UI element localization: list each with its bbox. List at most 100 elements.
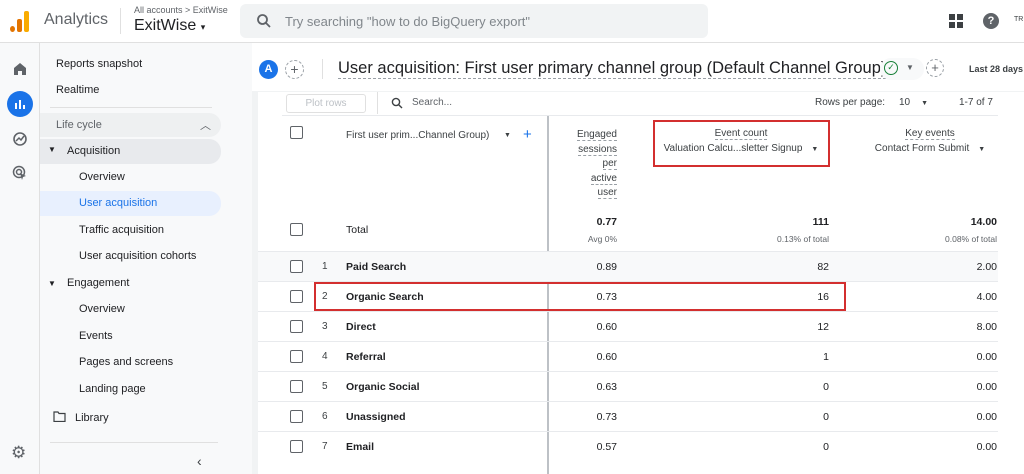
- section-life-cycle[interactable]: Life cycle ︿: [40, 113, 221, 137]
- add-comparison-button[interactable]: +: [285, 60, 304, 79]
- sidebar-item-library[interactable]: Library: [75, 412, 109, 424]
- report-header: A + User acquisition: First user primary…: [252, 43, 1024, 91]
- plot-rows-button[interactable]: Plot rows: [286, 94, 366, 113]
- row-checkbox[interactable]: [290, 380, 303, 393]
- comparison-avatar[interactable]: A: [259, 60, 278, 79]
- row-checkbox[interactable]: [290, 290, 303, 303]
- row-event-count: 0: [823, 441, 829, 453]
- select-all-checkbox[interactable]: [290, 126, 303, 139]
- row-channel-name[interactable]: Paid Search: [346, 261, 406, 273]
- help-icon[interactable]: ?: [983, 13, 999, 29]
- row-key-events: 0.00: [976, 381, 997, 393]
- sidebar-item-landing-page[interactable]: Landing page: [79, 383, 146, 395]
- settings-icon[interactable]: ⚙: [11, 443, 26, 463]
- caret-down-icon: ▾: [200, 22, 206, 32]
- user-account[interactable]: TR: [1014, 16, 1023, 23]
- date-range[interactable]: Last 28 days: [969, 64, 1023, 74]
- total-key-events: 14.00: [970, 216, 997, 228]
- row-number: 3: [322, 321, 328, 332]
- dimension-header[interactable]: First user prim...Channel Group): [346, 130, 489, 141]
- row-channel-name[interactable]: Email: [346, 441, 374, 453]
- key-event-filter-dropdown[interactable]: Contact Form Submit ▼: [860, 143, 1000, 154]
- header-line: user: [597, 187, 617, 199]
- row-engaged-sessions: 0.63: [596, 381, 617, 393]
- sidebar-item-pages-and-screens[interactable]: Pages and screens: [79, 356, 173, 368]
- row-checkbox[interactable]: [290, 260, 303, 273]
- home-icon[interactable]: [12, 61, 28, 77]
- row-checkbox[interactable]: [290, 320, 303, 333]
- sidebar-item-acq-overview[interactable]: Overview: [79, 171, 125, 183]
- table-row[interactable]: 5 Organic Social 0.63 0 0.00: [258, 371, 998, 401]
- top-bar: Analytics All accounts > ExitWise ExitWi…: [0, 0, 1024, 43]
- row-key-events: 2.00: [976, 261, 997, 273]
- row-number: 1: [322, 261, 328, 272]
- rows-per-page-label: Rows per page:: [815, 97, 886, 108]
- table-row[interactable]: 6 Unassigned 0.73 0 0.00: [258, 401, 998, 431]
- sidebar-item-traffic-acquisition[interactable]: Traffic acquisition: [79, 224, 164, 236]
- total-label: Total: [346, 224, 369, 236]
- row-engaged-sessions: 0.89: [596, 261, 617, 273]
- row-engaged-sessions: 0.73: [596, 411, 617, 423]
- sidebar-item-engagement[interactable]: Engagement: [67, 277, 129, 289]
- sidebar-item-user-acquisition-cohorts[interactable]: User acquisition cohorts: [79, 250, 196, 262]
- row-channel-name[interactable]: Unassigned: [346, 411, 406, 423]
- column-header-key-events[interactable]: Key events Contact Form Submit ▼: [860, 128, 1000, 154]
- search-bar[interactable]: Try searching "how to do BigQuery export…: [240, 4, 708, 38]
- table-row[interactable]: 4 Referral 0.60 1 0.00: [258, 341, 998, 371]
- collapse-sidebar-icon[interactable]: ‹: [197, 453, 202, 469]
- sidebar: Reports snapshot Realtime Life cycle ︿ ▼…: [40, 43, 252, 474]
- table-row[interactable]: 1 Paid Search 0.89 82 2.00: [258, 251, 998, 281]
- property-name: ExitWise: [134, 17, 197, 34]
- sidebar-item-realtime[interactable]: Realtime: [56, 84, 99, 96]
- report-status-dropdown[interactable]: ✓ ▼: [880, 58, 924, 80]
- row-event-count: 0: [823, 411, 829, 423]
- check-circle-icon: ✓: [884, 61, 898, 75]
- add-dimension-icon[interactable]: +: [523, 126, 532, 143]
- app-name: Analytics: [44, 11, 109, 28]
- sidebar-item-user-acquisition[interactable]: User acquisition: [40, 191, 221, 216]
- rows-per-page-select[interactable]: 10 ▼: [899, 97, 928, 108]
- total-checkbox[interactable]: [290, 223, 303, 236]
- explore-icon[interactable]: [12, 131, 28, 147]
- sidebar-item-events[interactable]: Events: [79, 330, 113, 342]
- sidebar-item-reports-snapshot[interactable]: Reports snapshot: [56, 58, 142, 70]
- apps-grid-icon[interactable]: [949, 14, 963, 28]
- table-search-input[interactable]: Search...: [412, 97, 452, 108]
- header-line: per: [602, 158, 617, 170]
- table-row[interactable]: 7 Email 0.57 0 0.00: [258, 431, 998, 461]
- analytics-logo: [10, 10, 32, 32]
- row-channel-name[interactable]: Direct: [346, 321, 376, 333]
- sidebar-item-eng-overview[interactable]: Overview: [79, 303, 125, 315]
- sidebar-item-acquisition[interactable]: ▼ Acquisition: [40, 139, 221, 164]
- row-channel-name[interactable]: Organic Social: [346, 381, 420, 393]
- add-report-button[interactable]: +: [926, 59, 944, 77]
- breadcrumb[interactable]: All accounts > ExitWise: [134, 5, 228, 15]
- row-engaged-sessions: 0.60: [596, 351, 617, 363]
- row-key-events: 0.00: [976, 411, 997, 423]
- row-checkbox[interactable]: [290, 410, 303, 423]
- advertising-icon[interactable]: [12, 165, 28, 181]
- row-channel-name[interactable]: Referral: [346, 351, 386, 363]
- row-key-events: 8.00: [976, 321, 997, 333]
- row-number: 5: [322, 381, 328, 392]
- caret-down-icon[interactable]: ▼: [504, 132, 511, 139]
- search-icon: [391, 97, 403, 109]
- row-number: 4: [322, 351, 328, 362]
- property-selector[interactable]: ExitWise ▾: [134, 17, 205, 35]
- caret-down-icon: ▼: [921, 100, 929, 107]
- row-event-count: 12: [817, 321, 829, 333]
- user-acquisition-label: User acquisition: [79, 197, 158, 209]
- total-key-events-sub: 0.08% of total: [945, 234, 997, 244]
- folder-icon: [53, 411, 66, 422]
- total-event-count: 111: [812, 216, 829, 228]
- row-checkbox[interactable]: [290, 440, 303, 453]
- chevron-up-icon: ︿: [200, 120, 211, 132]
- column-header-engaged-sessions[interactable]: Engaged sessions per active user: [560, 128, 617, 201]
- table-row[interactable]: 3 Direct 0.60 12 8.00: [258, 311, 998, 341]
- reports-icon[interactable]: [7, 91, 33, 117]
- search-placeholder: Try searching "how to do BigQuery export…: [285, 14, 531, 29]
- row-checkbox[interactable]: [290, 350, 303, 363]
- row-key-events: 4.00: [976, 291, 997, 303]
- row-engaged-sessions: 0.60: [596, 321, 617, 333]
- total-engaged-sub: Avg 0%: [587, 234, 617, 244]
